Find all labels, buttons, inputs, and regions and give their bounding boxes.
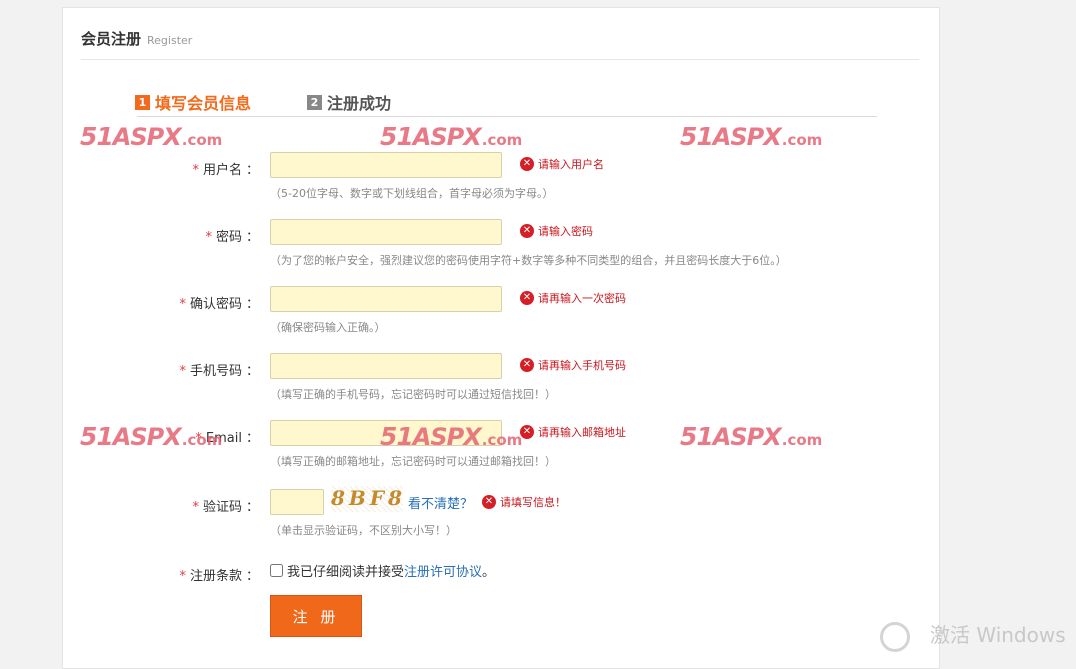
steps-divider	[137, 116, 877, 117]
terms-agreement: 我已仔细阅读并接受 注册许可协议。	[270, 561, 495, 580]
terms-checkbox[interactable]	[270, 564, 283, 577]
password-input[interactable]	[270, 219, 502, 245]
captcha-input[interactable]	[270, 489, 324, 515]
username-label: * 用户名：	[192, 163, 259, 178]
step-number: 1	[135, 94, 150, 110]
phone-hint: （填写正确的手机号码，忘记密码时可以通过短信找回！）	[270, 388, 556, 401]
phone-row: * 手机号码： ✕ 请再输入手机号码	[63, 353, 939, 383]
terms-label: * 注册条款：	[179, 569, 259, 584]
terms-link[interactable]: 注册许可协议	[404, 561, 482, 580]
captcha-row: * 验证码： 8BF8 看不清楚？ ✕ 请填写信息！	[63, 486, 939, 519]
captcha-refresh-link[interactable]: 看不清楚？	[408, 493, 473, 512]
username-hint: （5-20位字母、数字或下划线组合，首字母必须为字母。）	[270, 187, 554, 200]
error-icon: ✕	[520, 224, 534, 238]
register-button[interactable]: 注 册	[270, 595, 362, 637]
confirm-password-error: ✕ 请再输入一次密码	[520, 290, 626, 306]
phone-label: * 手机号码：	[179, 364, 259, 379]
password-error: ✕ 请输入密码	[520, 223, 593, 239]
page-title: 会员注册	[81, 30, 142, 48]
error-icon: ✕	[520, 358, 534, 372]
error-icon: ✕	[520, 291, 534, 305]
error-icon: ✕	[520, 157, 534, 171]
password-hint: （为了您的帐户安全，强烈建议您的密码使用字符+数字等多种不同类型的组合，并且密码…	[270, 254, 787, 267]
terms-text: 我已仔细阅读并接受	[287, 565, 405, 580]
confirm-password-label: * 确认密码：	[179, 297, 259, 312]
phone-error: ✕ 请再输入手机号码	[520, 357, 626, 373]
captcha-hint: （单击显示验证码，不区别大小写！）	[270, 524, 457, 537]
email-label: * Email：	[195, 431, 259, 446]
username-row: * 用户名： ✕ 请输入用户名	[63, 152, 939, 182]
email-error: ✕ 请再输入邮箱地址	[520, 424, 626, 440]
captcha-label: * 验证码：	[192, 500, 259, 515]
terms-suffix: 。	[482, 565, 496, 580]
password-label: * 密码：	[205, 230, 259, 245]
email-row: * Email： ✕ 请再输入邮箱地址	[63, 420, 939, 450]
activation-icon	[880, 622, 910, 652]
step-success: 2 注册成功	[307, 90, 391, 114]
error-icon: ✕	[482, 495, 496, 509]
username-error: ✕ 请输入用户名	[520, 156, 604, 172]
confirm-password-input[interactable]	[270, 286, 502, 312]
email-input[interactable]	[270, 420, 502, 446]
confirm-password-row: * 确认密码： ✕ 请再输入一次密码	[63, 286, 939, 316]
windows-activation-overlay: 激活 Windows	[880, 614, 1066, 652]
header-divider	[81, 59, 919, 60]
error-icon: ✕	[520, 425, 534, 439]
username-input[interactable]	[270, 152, 502, 178]
activation-text: 激活 Windows	[930, 622, 1066, 647]
step-fill-info: 1 填写会员信息	[135, 90, 251, 114]
captcha-error: ✕ 请填写信息！	[482, 494, 566, 510]
registration-panel: 会员注册 Register 1 填写会员信息 2 注册成功 * 用户名： ✕ 请输入用…	[62, 7, 940, 669]
step-label: 注册成功	[327, 94, 392, 113]
phone-input[interactable]	[270, 353, 502, 379]
page-header: 会员注册 Register	[81, 28, 192, 54]
terms-row: * 注册条款： 我已仔细阅读并接受 注册许可协议。	[63, 558, 939, 588]
confirm-password-hint: （确保密码输入正确。）	[270, 321, 386, 334]
password-row: * 密码： ✕ 请输入密码	[63, 219, 939, 249]
page-subtitle: Register	[147, 34, 193, 47]
step-number: 2	[307, 94, 322, 110]
step-label: 填写会员信息	[155, 94, 252, 113]
email-hint: （填写正确的邮箱地址，忘记密码时可以通过邮箱找回！）	[270, 455, 556, 468]
captcha-image[interactable]: 8BF8	[331, 486, 403, 512]
